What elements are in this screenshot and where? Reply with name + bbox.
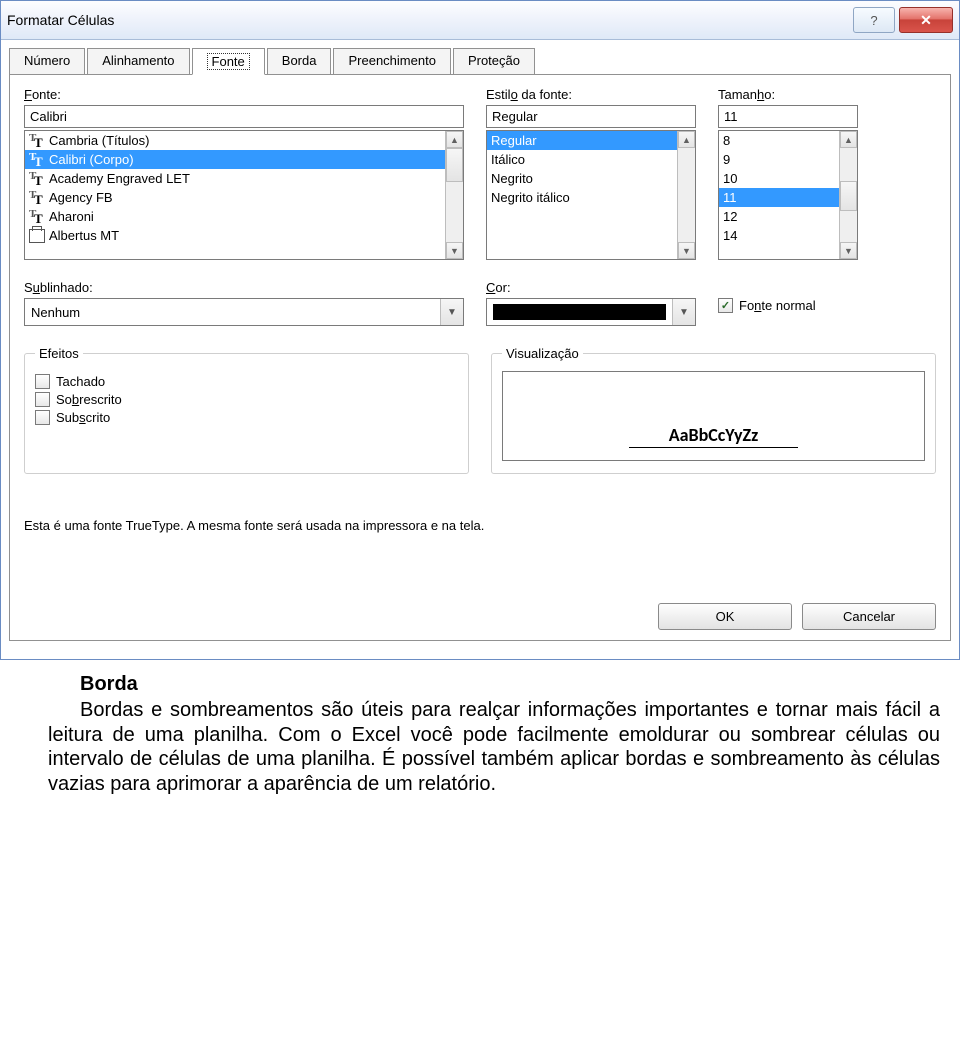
help-button[interactable]: ? [853, 7, 895, 33]
preview-fieldset: Visualização AaBbCcYyZz [491, 346, 936, 474]
scroll-down-icon[interactable]: ▼ [678, 242, 695, 259]
list-item[interactable]: Academy Engraved LET [25, 169, 445, 188]
list-item[interactable]: Albertus MT [25, 226, 445, 245]
effect-checkbox[interactable]: Sobrescrito [35, 392, 458, 407]
font-list[interactable]: Cambria (Títulos)Calibri (Corpo)Academy … [25, 131, 445, 259]
printer-icon [29, 229, 45, 243]
color-swatch [493, 304, 666, 320]
tab-borda[interactable]: Borda [267, 48, 332, 75]
list-item[interactable]: Aharoni [25, 207, 445, 226]
tab-bar: Número Alinhamento Fonte Borda Preenchim… [9, 48, 951, 75]
tab-protecao[interactable]: Proteção [453, 48, 535, 75]
list-item[interactable]: Negrito [487, 169, 677, 188]
size-label: Tamanho: [718, 87, 858, 102]
title-bar: Formatar Células ? ✕ [1, 1, 959, 40]
truetype-icon [29, 210, 45, 224]
scroll-up-icon[interactable]: ▲ [840, 131, 857, 148]
font-input[interactable] [24, 105, 464, 128]
close-button[interactable]: ✕ [899, 7, 953, 33]
effects-legend: Efeitos [35, 346, 83, 361]
cancel-button[interactable]: Cancelar [802, 603, 936, 630]
ok-button[interactable]: OK [658, 603, 792, 630]
list-item[interactable]: 11 [719, 188, 839, 207]
truetype-icon [29, 191, 45, 205]
preview-sample: AaBbCcYyZz [669, 424, 759, 446]
truetype-icon [29, 134, 45, 148]
truetype-icon [29, 172, 45, 186]
list-item[interactable]: 9 [719, 150, 839, 169]
chevron-down-icon: ▼ [440, 299, 463, 325]
list-item[interactable]: Calibri (Corpo) [25, 150, 445, 169]
scroll-up-icon[interactable]: ▲ [678, 131, 695, 148]
list-item[interactable]: 10 [719, 169, 839, 188]
underline-dropdown[interactable]: Nenhum ▼ [24, 298, 464, 326]
normal-font-label: Fonte normal [739, 298, 816, 313]
tab-fonte[interactable]: Fonte [192, 48, 265, 75]
tab-alinhamento[interactable]: Alinhamento [87, 48, 189, 75]
scroll-thumb[interactable] [446, 148, 463, 182]
style-label: Estilo da fonte: [486, 87, 696, 102]
scroll-up-icon[interactable]: ▲ [446, 131, 463, 148]
normal-font-checkbox[interactable]: Fonte normal [718, 298, 936, 313]
color-label: Cor: [486, 280, 696, 295]
doc-paragraph: Bordas e sombreamentos são úteis para re… [48, 698, 940, 796]
effect-checkbox[interactable]: Tachado [35, 374, 458, 389]
font-scrollbar[interactable]: ▲ ▼ [445, 131, 463, 259]
list-item[interactable]: Agency FB [25, 188, 445, 207]
help-icon: ? [870, 13, 877, 28]
list-item[interactable]: 12 [719, 207, 839, 226]
underline-label: Sublinhado: [24, 280, 464, 295]
effects-fieldset: Efeitos Tachado Sobrescrito Subscrito [24, 346, 469, 474]
tab-panel: Fonte: Cambria (Títulos)Calibri (Corpo)A… [9, 74, 951, 641]
doc-heading: Borda [48, 672, 940, 696]
truetype-hint: Esta é uma fonte TrueType. A mesma fonte… [24, 518, 936, 533]
list-item[interactable]: Cambria (Títulos) [25, 131, 445, 150]
chevron-down-icon: ▼ [672, 299, 695, 325]
scroll-thumb[interactable] [840, 181, 857, 211]
size-list[interactable]: 8910111214 [719, 131, 839, 259]
underline-value: Nenhum [25, 299, 440, 325]
list-item[interactable]: Itálico [487, 150, 677, 169]
dialog-title: Formatar Células [7, 12, 853, 28]
list-item[interactable]: Regular [487, 131, 677, 150]
preview-legend: Visualização [502, 346, 583, 361]
checkbox-icon [35, 392, 50, 407]
scroll-down-icon[interactable]: ▼ [840, 242, 857, 259]
document-text: Borda Bordas e sombreamentos são úteis p… [0, 660, 960, 816]
checkbox-icon [718, 298, 733, 313]
style-input[interactable] [486, 105, 696, 128]
effect-checkbox[interactable]: Subscrito [35, 410, 458, 425]
list-item[interactable]: 8 [719, 131, 839, 150]
scroll-down-icon[interactable]: ▼ [446, 242, 463, 259]
style-list[interactable]: RegularItálicoNegritoNegrito itálico [487, 131, 677, 259]
checkbox-icon [35, 410, 50, 425]
checkbox-icon [35, 374, 50, 389]
font-label: Fonte: [24, 87, 464, 102]
list-item[interactable]: 14 [719, 226, 839, 245]
style-scrollbar[interactable]: ▲ ▼ [677, 131, 695, 259]
close-icon: ✕ [920, 12, 932, 29]
list-item[interactable]: Negrito itálico [487, 188, 677, 207]
format-cells-dialog: Formatar Células ? ✕ Número Alinhamento … [0, 0, 960, 660]
tab-numero[interactable]: Número [9, 48, 85, 75]
color-dropdown[interactable]: ▼ [486, 298, 696, 326]
truetype-icon [29, 153, 45, 167]
tab-preenchimento[interactable]: Preenchimento [333, 48, 450, 75]
size-input[interactable] [718, 105, 858, 128]
preview-box: AaBbCcYyZz [502, 371, 925, 461]
size-scrollbar[interactable]: ▲ ▼ [839, 131, 857, 259]
